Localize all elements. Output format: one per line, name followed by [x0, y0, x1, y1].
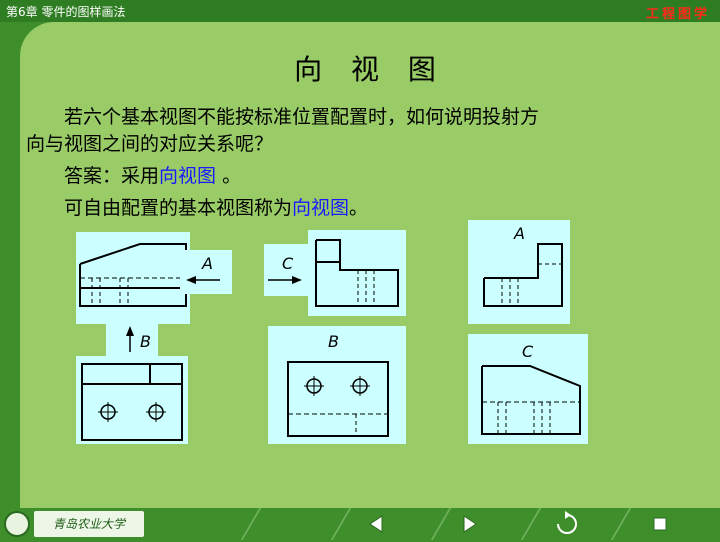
divider: [430, 508, 452, 540]
side-view-panel: [308, 230, 406, 316]
slide-title: 向 视 图: [294, 53, 446, 86]
answer-prefix: 答案：采用: [64, 165, 160, 187]
course-brand: 工程图学: [645, 7, 710, 22]
previous-button[interactable]: [350, 510, 400, 538]
question-line-2: 向与视图之间的对应关系呢？: [26, 133, 274, 155]
divider: [240, 508, 262, 540]
view-b-panel: B: [268, 326, 406, 444]
arrow-c-panel: C: [264, 244, 308, 296]
chapter-label: 第6章 零件的图样画法: [6, 5, 126, 19]
triangle-left-icon: [369, 515, 383, 533]
answer-line: 答案：采用向视图 。: [64, 163, 241, 190]
definition-end: 。: [349, 197, 369, 219]
next-button[interactable]: [450, 510, 500, 538]
front-view-panel: [76, 232, 190, 324]
view-a-label: A: [514, 224, 525, 243]
front-view-drawing: [79, 243, 187, 307]
divider: [330, 508, 352, 540]
top-bar: 第6章 零件的图样画法 工程图学: [0, 0, 720, 22]
square-icon: [653, 517, 667, 531]
answer-term: 向视图: [159, 165, 217, 187]
view-b-label: B: [328, 332, 339, 351]
divider: [520, 508, 542, 540]
arrow-b-label: B: [140, 332, 151, 351]
view-c-label: C: [522, 342, 534, 361]
return-button[interactable]: [540, 510, 590, 538]
arrow-a-label: A: [202, 254, 213, 273]
top-view-panel: [76, 356, 188, 444]
university-logo-icon: [4, 511, 30, 537]
return-icon: [557, 511, 577, 534]
definition-term: 向视图: [292, 197, 350, 219]
answer-suffix: 。: [216, 165, 242, 187]
definition-text: 可自由配置的基本视图称为: [64, 197, 293, 219]
top-view-drawing: [81, 363, 183, 441]
side-view-drawing: [315, 239, 399, 307]
triangle-right-icon: [463, 515, 477, 533]
arrow-a-panel: A: [180, 250, 232, 294]
arrow-b-panel: B: [106, 324, 158, 356]
arrow-c-label: C: [282, 254, 294, 273]
view-a-panel: A: [468, 220, 570, 324]
divider: [610, 508, 632, 540]
definition-line: 可自由配置的基本视图称为向视图。: [64, 195, 368, 222]
university-logo-text: 青岛农业大学: [34, 511, 144, 537]
stop-button[interactable]: [640, 510, 690, 538]
view-c-panel: C: [468, 334, 588, 444]
question-line-1: 若六个基本视图不能按标准位置配置时，如何说明投射方: [64, 106, 540, 128]
bottom-bar: 青岛农业大学: [0, 508, 720, 540]
